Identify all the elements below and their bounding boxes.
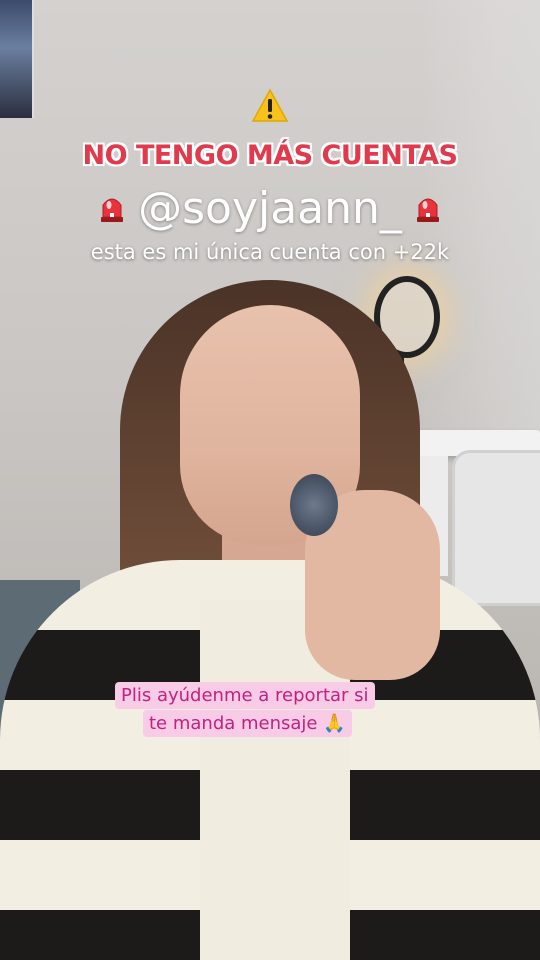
police-siren-icon (416, 198, 439, 222)
subline: esta es mi única cuenta con +22k (90, 240, 450, 264)
warning-icon (252, 88, 288, 122)
handle-row: @soyjaann_ (0, 180, 540, 236)
office-chair (452, 450, 540, 606)
video-frame[interactable]: NO TENGO MÁS CUENTAS @soyjaann_ esta es … (0, 0, 540, 960)
account-handle: @soyjaann_ (138, 182, 402, 234)
caption-line-1: Plis ayúdenme a reportar si (115, 682, 375, 709)
headline: NO TENGO MÁS CUENTAS (82, 140, 458, 171)
held-object (290, 474, 338, 536)
police-siren-icon (101, 198, 124, 222)
wall-poster (0, 0, 34, 118)
caption-line-2: te manda mensaje 🙏 (143, 710, 352, 737)
